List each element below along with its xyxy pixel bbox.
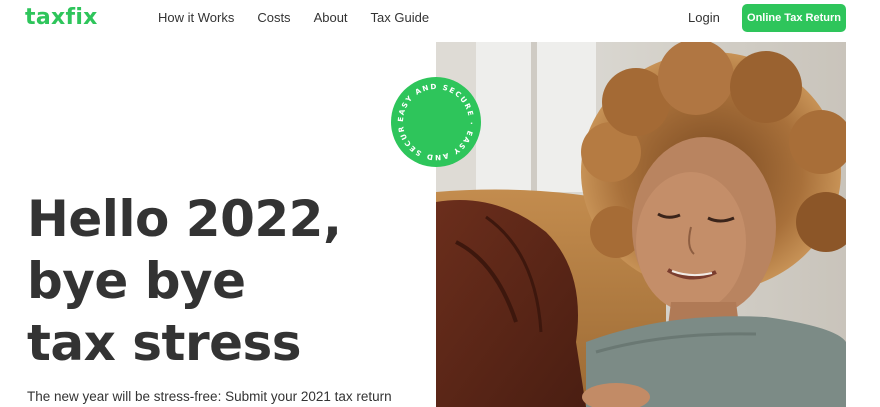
woman-photo-icon <box>436 42 846 407</box>
main-nav: How it Works Costs About Tax Guide <box>158 10 452 26</box>
taxfix-logo[interactable]: taxfix <box>25 4 98 32</box>
nav-about[interactable]: About <box>314 10 348 26</box>
easy-and-secure-badge: EASY AND SECURE · EASY AND SECURE · <box>388 70 481 167</box>
headline-line-3: tax stress <box>27 314 302 372</box>
online-tax-return-button[interactable]: Online Tax Return <box>742 4 846 32</box>
hero-headline: Hello 2022, bye bye tax stress <box>27 188 342 374</box>
login-link[interactable]: Login <box>688 10 720 26</box>
nav-costs[interactable]: Costs <box>257 10 290 26</box>
hero-subtext: The new year will be stress-free: Submit… <box>27 389 392 404</box>
headline-line-1: Hello 2022, <box>27 190 342 248</box>
hero-photo <box>436 42 846 407</box>
nav-how-it-works[interactable]: How it Works <box>158 10 234 26</box>
site-header: taxfix How it Works Costs About Tax Guid… <box>0 0 880 40</box>
nav-tax-guide[interactable]: Tax Guide <box>371 10 430 26</box>
headline-line-2: bye bye <box>27 252 246 310</box>
page: taxfix How it Works Costs About Tax Guid… <box>0 0 880 407</box>
